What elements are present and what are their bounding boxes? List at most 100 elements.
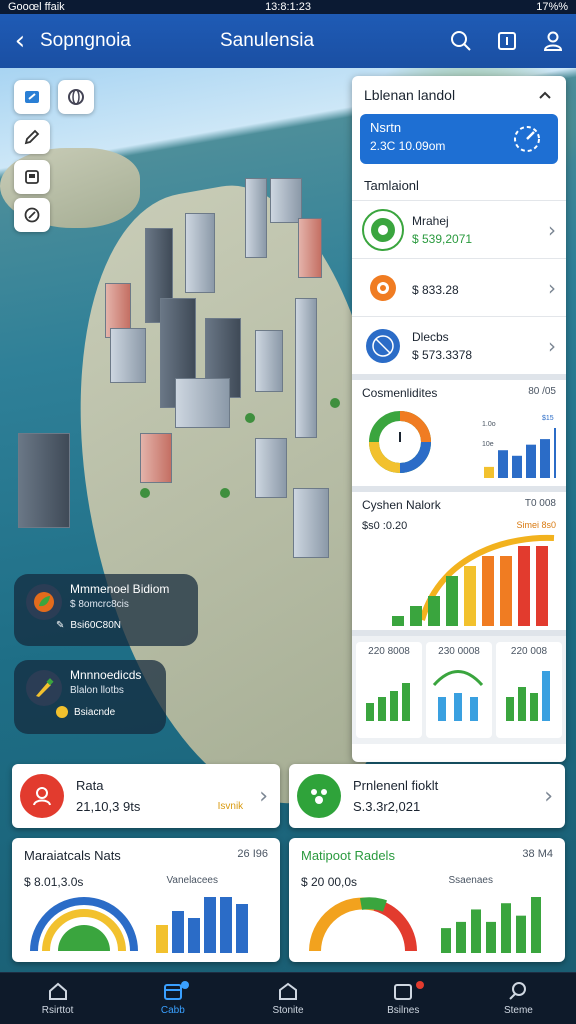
list-item[interactable]: Dlecbs $ 573.3378 › [352, 316, 566, 374]
mini-charts: 220 8008 230 0008 220 008 [352, 630, 566, 744]
card-value: 26 I96 [237, 848, 268, 860]
chart-bar [392, 616, 404, 626]
chart-bar [172, 911, 184, 953]
chevron-up-icon[interactable] [538, 90, 552, 100]
nav-store[interactable]: Stonite [230, 973, 345, 1024]
mini-chart[interactable]: 230 0008 [426, 642, 492, 738]
card-value: 38 M4 [522, 848, 553, 860]
status-dot [56, 706, 68, 718]
map-building [270, 178, 302, 223]
bottom-nav: Rsirttot Cabb Stonite Bsilnes Steme [0, 972, 576, 1024]
map-tool-compass[interactable] [14, 198, 50, 232]
map-building [175, 378, 230, 428]
card-amount: $ 20 00,0s [301, 875, 358, 889]
list-item[interactable]: Mrahej $ 539,2071 › [352, 200, 566, 258]
mini-chart[interactable]: 220 8008 [356, 642, 422, 738]
card-name: Rata [76, 778, 104, 793]
square-icon [498, 32, 516, 50]
section-title: Tamlaionl [364, 178, 419, 193]
network-chart [392, 534, 555, 626]
gauge-fill [58, 925, 110, 951]
chart-bar [516, 915, 526, 953]
map-tool-edit[interactable] [14, 120, 50, 154]
bar [518, 687, 526, 721]
nav-home[interactable]: Rsirttot [0, 973, 115, 1024]
home-icon [48, 982, 67, 1000]
nav-search[interactable]: Steme [461, 973, 576, 1024]
map-tool-share[interactable] [14, 80, 50, 114]
nav-label: Rsirttot [41, 1005, 74, 1016]
network-icon [362, 325, 404, 367]
bar-series [484, 428, 564, 478]
materials-chart [30, 897, 248, 953]
nav-business[interactable]: Bsilnes [346, 973, 461, 1024]
chart-bar [236, 904, 248, 953]
tick-label: 1.0o [482, 421, 496, 428]
map-tower-pier [18, 433, 70, 528]
map-building [245, 178, 267, 258]
mini-chart-value: 220 008 [510, 646, 548, 657]
search-icon [451, 31, 471, 51]
chart-bar [501, 903, 511, 953]
market-card[interactable]: Matipoot Radels 38 M4 $ 20 00,0s Ssaenae… [289, 838, 565, 962]
chart-bar [464, 566, 476, 626]
poi-subtitle: $ 8omcrc8cis [70, 599, 129, 610]
map-tree [220, 488, 230, 498]
bar [390, 691, 398, 721]
map-tower [295, 298, 317, 438]
chart-bar [486, 921, 496, 953]
rate-card[interactable]: Rata 21,10,3 9ts Isvnik › [12, 764, 280, 828]
map-poi-card[interactable]: Mmmenoel Bidiom $ 8omcrc8cis ✎ Bsi60C80N [14, 574, 198, 646]
profile-button[interactable] [530, 30, 576, 52]
card-title: Matipoot Radels [301, 848, 395, 863]
card-subtitle: $s0 :0.20 [362, 520, 408, 532]
inbox-icon [394, 984, 413, 1000]
map-poi-card[interactable]: Mnnnoedicds Blalon llotbs Bsiacnde [14, 660, 166, 734]
compass-icon [24, 207, 40, 223]
commodities-card[interactable]: Cosmenlidites 80 /05 1.0o 10e $15 [352, 374, 566, 486]
chevron-right-icon: › [259, 783, 268, 809]
gauge-arc [309, 897, 377, 952]
tick-label: 10e [482, 441, 494, 448]
map-building [185, 213, 215, 293]
featured-card[interactable]: Nsrtn 2.3C 10.09om [360, 114, 558, 164]
chart-bar [441, 928, 451, 953]
chart-bar [156, 925, 168, 953]
brush-icon [26, 670, 62, 706]
mini-chart-value: 220 8008 [368, 646, 410, 657]
nav-cab[interactable]: Cabb [115, 973, 230, 1024]
back-button[interactable]: ‹ [0, 26, 40, 56]
chevron-right-icon: › [544, 783, 553, 809]
layers-button[interactable] [484, 31, 530, 51]
materials-card[interactable]: Maraiatcals Nats 26 I96 $ 8.01,3.0s Vane… [12, 838, 280, 962]
map-tool-layers[interactable] [14, 160, 50, 194]
portfolio-card[interactable]: Prnlenenl fioklt S.3.3r2,021 › [289, 764, 565, 828]
chart-bar [456, 921, 466, 953]
tag-icon: ✎ [56, 620, 65, 631]
chart-bar [526, 444, 536, 478]
mini-chart-value: 230 0008 [438, 646, 480, 657]
bar [530, 693, 538, 721]
search-button[interactable] [438, 30, 484, 52]
map-tool-globe[interactable] [58, 80, 94, 114]
panel-header[interactable]: Lblenan landol [352, 76, 566, 114]
chart-bar [518, 546, 530, 626]
card-value: T0 008 [524, 498, 556, 509]
chart-bar [484, 466, 494, 478]
poi-title: Mnnnoedicds [70, 668, 142, 682]
chevron-right-icon: › [548, 275, 556, 300]
list-item-name: Dlecbs [412, 329, 449, 344]
list-item[interactable]: $ 833.28 › [352, 258, 566, 316]
system-network-card[interactable]: Cyshen Nalork T0 008 $s0 :0.20 Simei 8s0 [352, 486, 566, 630]
nav-label: Steme [503, 1005, 533, 1016]
chevron-right-icon: › [548, 333, 556, 358]
notification-badge [415, 981, 424, 989]
bar [402, 683, 410, 721]
chart-bar [471, 909, 481, 953]
trend-arc [432, 670, 484, 687]
mini-chart[interactable]: 220 008 [496, 642, 562, 738]
bar [542, 671, 550, 721]
map-building [255, 330, 283, 392]
chart-bar [482, 556, 494, 626]
card-title: Maraiatcals Nats [24, 848, 121, 863]
